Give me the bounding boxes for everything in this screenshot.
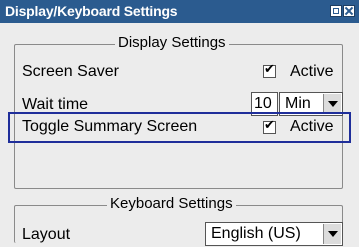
keyboard-settings-legend: Keyboard Settings [107, 195, 236, 212]
screen-saver-checkbox[interactable]: ✔ [263, 61, 276, 78]
chevron-down-icon[interactable] [323, 94, 341, 114]
toggle-summary-active-label: Active [290, 118, 334, 135]
titlebar: Display/Keyboard Settings [0, 0, 359, 23]
chevron-down-icon[interactable] [323, 224, 341, 244]
display-settings-legend: Display Settings [115, 34, 229, 51]
layout-label: Layout [22, 226, 71, 243]
layout-value: English (US) [211, 225, 301, 242]
restore-icon[interactable] [330, 5, 342, 17]
checkmark-icon: ✔ [264, 61, 275, 76]
checkmark-icon: ✔ [264, 117, 275, 132]
wait-time-unit-value: Min [285, 95, 311, 112]
screen-saver-label: Screen Saver [22, 63, 119, 80]
toggle-summary-checkbox[interactable]: ✔ [263, 117, 276, 134]
screen-saver-active-label: Active [290, 63, 334, 80]
window-title: Display/Keyboard Settings [5, 3, 178, 19]
layout-select[interactable]: English (US) [205, 222, 343, 246]
display-keyboard-settings-dialog: Display/Keyboard Settings Display Settin… [0, 0, 359, 247]
toggle-summary-label: Toggle Summary Screen [22, 118, 198, 135]
close-icon[interactable] [343, 5, 355, 17]
